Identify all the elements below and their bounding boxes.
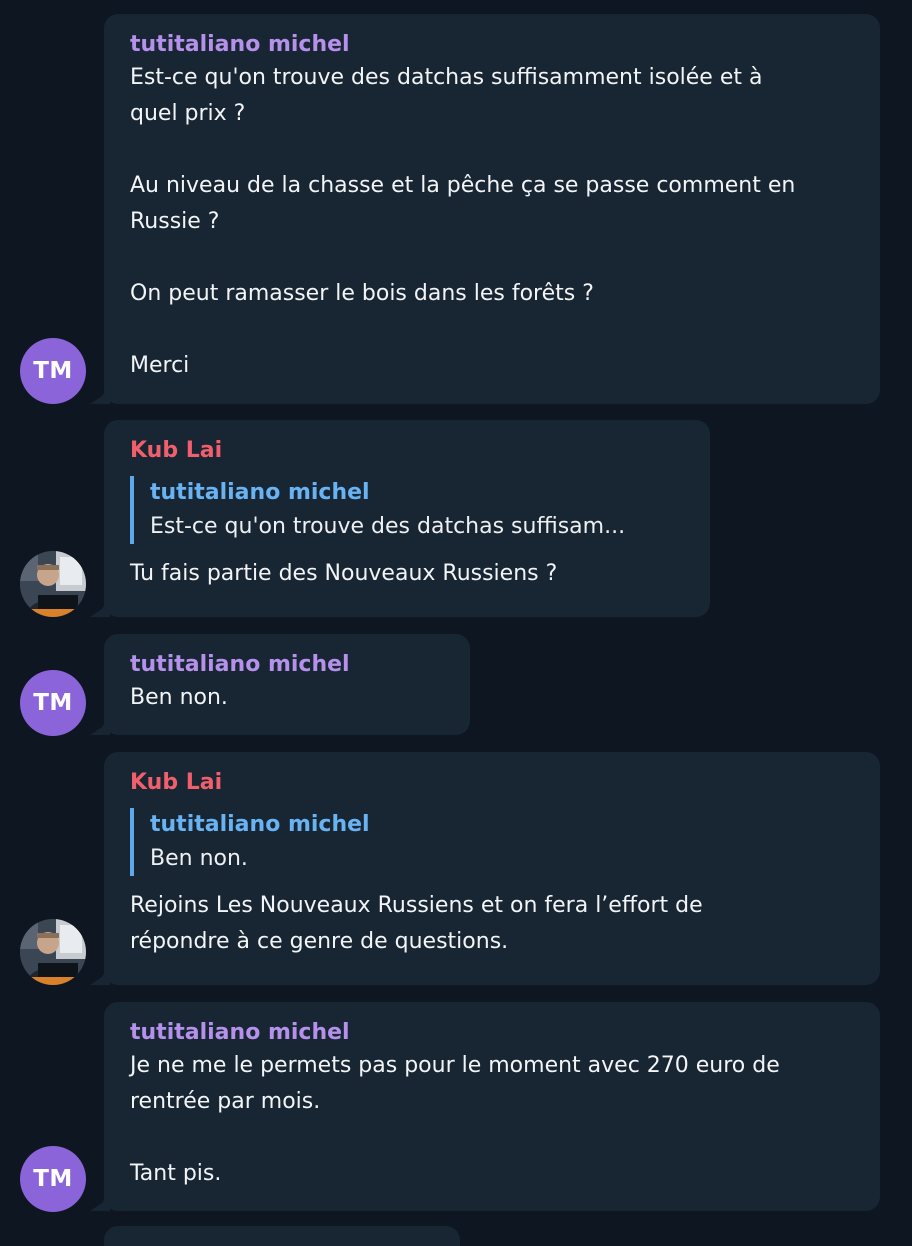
message-text: Est-ce qu'on trouve des datchas suffisam… xyxy=(130,65,796,378)
avatar[interactable] xyxy=(20,551,86,617)
sender-name[interactable]: Kub Lai xyxy=(130,436,684,466)
avatar[interactable] xyxy=(20,919,86,985)
reply-sender-name: tutitaliano michel xyxy=(150,480,370,505)
message-text: Je ne me le permets pas pour le moment a… xyxy=(130,1053,780,1186)
message-bubble[interactable]: tutitaliano michel Je ne me le permets p… xyxy=(104,1002,880,1211)
profile-photo-icon xyxy=(20,919,86,985)
message-text: Tu fais partie des Nouveaux Russiens ? xyxy=(130,561,558,586)
reply-sender-name: tutitaliano michel xyxy=(150,812,370,837)
message-bubble[interactable]: tutitaliano michel Est-ce qu'on trouve d… xyxy=(104,14,880,404)
sender-name[interactable]: tutitaliano michel xyxy=(130,1018,854,1048)
reply-preview[interactable]: tutitaliano michel Est-ce qu'on trouve d… xyxy=(130,476,684,544)
avatar[interactable]: TM xyxy=(20,670,86,736)
message-bubble[interactable]: Kub Lai tutitaliano michel Ben non. Rejo… xyxy=(104,752,880,985)
message-bubble-partial[interactable] xyxy=(104,1226,460,1246)
sender-name[interactable]: Kub Lai xyxy=(130,768,854,798)
avatar-initials: TM xyxy=(33,690,73,716)
message-bubble[interactable]: Kub Lai tutitaliano michel Est-ce qu'on … xyxy=(104,420,710,617)
message-text: Ben non. xyxy=(130,685,228,710)
avatar[interactable]: TM xyxy=(20,1146,86,1212)
sender-name[interactable]: tutitaliano michel xyxy=(130,30,854,60)
reply-text: Est-ce qu'on trouve des datchas suffisam… xyxy=(150,514,626,539)
sender-name[interactable]: tutitaliano michel xyxy=(130,650,444,680)
profile-photo-icon xyxy=(20,551,86,617)
chat-history: tutitaliano michel Est-ce qu'on trouve d… xyxy=(0,0,912,1246)
avatar-initials: TM xyxy=(33,1166,73,1192)
avatar-initials: TM xyxy=(33,358,73,384)
avatar[interactable]: TM xyxy=(20,338,86,404)
message-bubble[interactable]: tutitaliano michel Ben non. xyxy=(104,634,470,735)
reply-text: Ben non. xyxy=(150,846,248,871)
reply-preview[interactable]: tutitaliano michel Ben non. xyxy=(130,808,854,876)
message-text: Rejoins Les Nouveaux Russiens et on fera… xyxy=(130,893,703,954)
